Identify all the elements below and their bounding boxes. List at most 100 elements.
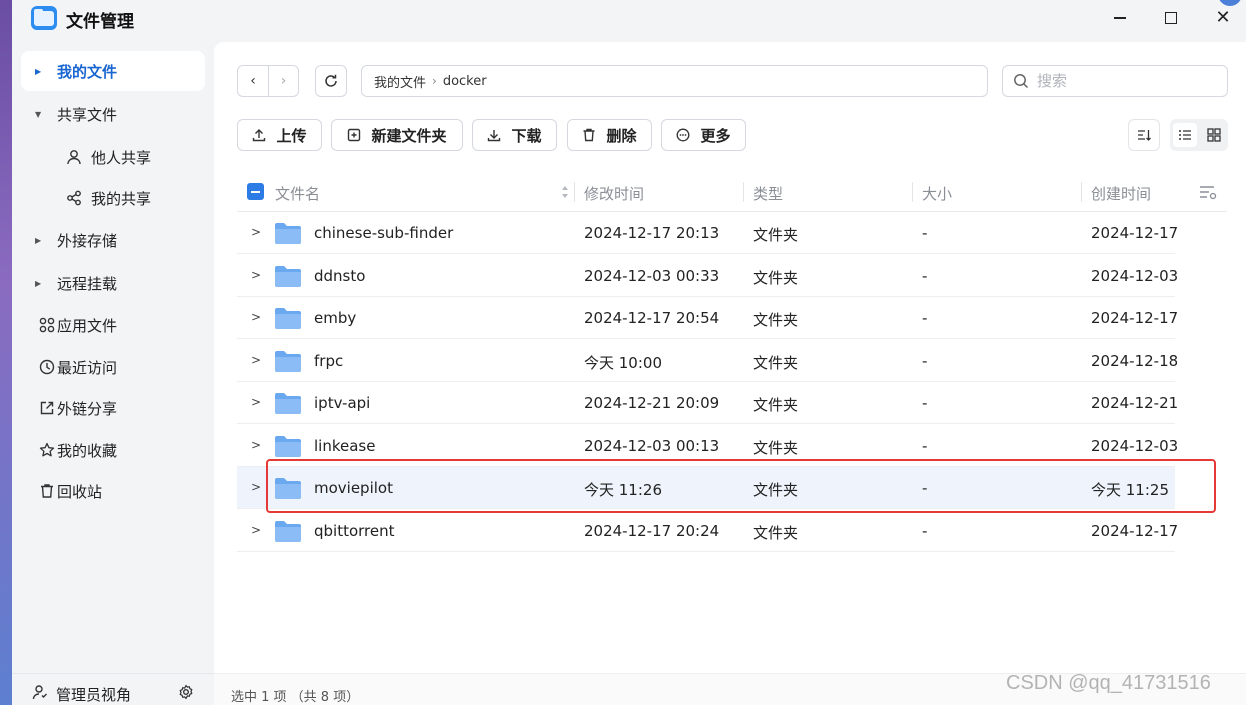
new-folder-button[interactable]: 新建文件夹 (331, 119, 463, 151)
breadcrumb[interactable]: 我的文件 › docker (361, 65, 988, 97)
modified-time: 2024-12-03 00:33 (584, 267, 720, 285)
sidebar-item-shared-files[interactable]: ▼ 共享文件 (21, 94, 205, 134)
sidebar-item-remote-mount[interactable]: ▶ 远程挂载 (21, 263, 205, 303)
folder-icon (275, 223, 301, 244)
selection-status: 选中 1 项 （共 8 项） (231, 690, 360, 705)
created-time: 2024-12-03 (1091, 267, 1179, 285)
sidebar-item-external-links[interactable]: 外链分享 (21, 388, 205, 428)
expand-chevron-icon[interactable]: > (251, 310, 261, 324)
expand-chevron-icon[interactable]: > (251, 438, 261, 452)
file-type: 文件夹 (753, 226, 799, 244)
modified-time: 2024-12-03 00:13 (584, 437, 720, 455)
table-row[interactable]: > qbittorrent 2024-12-17 20:24 文件夹 - 202… (237, 510, 1179, 552)
file-manager-window: 文件管理 ✕ ▶ 我的文件 ▼ 共享文件 他人共享 我的共享 ▶ 外接存储 ▶ … (12, 0, 1246, 705)
folder-icon (275, 521, 301, 542)
expand-chevron-icon[interactable]: > (251, 480, 261, 494)
column-divider (1081, 182, 1082, 202)
more-button[interactable]: 更多 (661, 119, 746, 151)
sidebar-item-recycle-bin[interactable]: 回收站 (21, 471, 205, 511)
download-icon (487, 128, 501, 142)
expand-chevron-icon[interactable]: > (251, 523, 261, 537)
column-header-size[interactable]: 大小 (922, 183, 952, 204)
delete-label: 删除 (606, 126, 637, 145)
file-type: 文件夹 (753, 396, 799, 414)
sidebar-item-label: 我的共享 (91, 189, 152, 208)
table-row[interactable]: > iptv-api 2024-12-21 20:09 文件夹 - 2024-1… (237, 382, 1178, 424)
sidebar-item-label: 我的文件 (57, 62, 118, 81)
sidebar-item-label: 应用文件 (57, 316, 118, 335)
folder-icon (275, 266, 301, 287)
breadcrumb-item[interactable]: docker (443, 74, 487, 89)
search-input[interactable] (1037, 72, 1207, 90)
file-type: 文件夹 (753, 354, 799, 372)
file-type: 文件夹 (753, 439, 799, 457)
column-divider (743, 182, 744, 202)
column-header-type[interactable]: 类型 (753, 183, 783, 204)
sidebar-item-favorites[interactable]: 我的收藏 (21, 430, 205, 470)
file-name: frpc (314, 352, 344, 370)
column-header-ctime[interactable]: 创建时间 (1091, 183, 1151, 204)
column-divider (912, 182, 913, 202)
sort-button[interactable] (1128, 119, 1160, 151)
forward-button[interactable]: › (267, 66, 298, 96)
sidebar-item-app-files[interactable]: 应用文件 (21, 305, 205, 345)
apps-grid-icon (38, 316, 56, 334)
sidebar-item-recent[interactable]: 最近访问 (21, 347, 205, 387)
sort-toggle-icon[interactable] (561, 184, 569, 200)
maximize-icon (1165, 12, 1177, 24)
sidebar-item-external-storage[interactable]: ▶ 外接存储 (21, 220, 205, 260)
select-all-checkbox[interactable] (247, 183, 264, 200)
table-row[interactable]: > emby 2024-12-17 20:54 文件夹 - 2024-12-17 (237, 297, 1178, 339)
table-row[interactable]: > linkease 2024-12-03 00:13 文件夹 - 2024-1… (237, 425, 1178, 467)
sidebar-item-my-files[interactable]: ▶ 我的文件 (21, 51, 205, 91)
more-label: 更多 (700, 126, 731, 145)
maximize-button[interactable] (1160, 8, 1182, 28)
sidebar-item-shared-by-others[interactable]: 他人共享 (21, 137, 205, 177)
created-time: 2024-12-17 (1091, 522, 1179, 540)
column-settings-icon[interactable] (1199, 184, 1217, 200)
new-folder-label: 新建文件夹 (371, 126, 447, 145)
close-button[interactable]: ✕ (1212, 8, 1234, 28)
file-name: ddnsto (314, 267, 366, 285)
watermark: CSDN @qq_41731516 (1006, 672, 1211, 694)
sidebar-item-my-shares[interactable]: 我的共享 (21, 178, 205, 218)
grid-view-button[interactable] (1202, 123, 1226, 147)
column-header-mtime[interactable]: 修改时间 (584, 183, 644, 204)
back-button[interactable]: ‹ (238, 66, 268, 96)
app-title: 文件管理 (66, 12, 134, 32)
table-row[interactable]: > ddnsto 2024-12-03 00:33 文件夹 - 2024-12-… (237, 255, 1179, 297)
table-row-selected[interactable]: > moviepilot 今天 11:26 文件夹 - 今天 11:25 (237, 467, 1175, 509)
minimize-button[interactable] (1109, 8, 1131, 28)
view-toggle (1170, 119, 1228, 151)
file-size: - (922, 267, 928, 285)
list-view-button[interactable] (1172, 123, 1197, 147)
delete-button[interactable]: 删除 (567, 119, 652, 151)
table-row[interactable]: > frpc 今天 10:00 文件夹 - 2024-12-18 (237, 340, 1178, 382)
download-button[interactable]: 下载 (472, 119, 557, 151)
breadcrumb-item[interactable]: 我的文件 (374, 72, 426, 91)
file-name: emby (314, 309, 357, 327)
table-row[interactable]: > chinese-sub-finder 2024-12-17 20:13 文件… (237, 212, 1178, 254)
expand-chevron-icon[interactable]: > (251, 268, 261, 282)
gear-icon[interactable] (178, 684, 194, 704)
expand-chevron-icon[interactable]: > (251, 395, 261, 409)
expand-chevron-icon[interactable]: > (251, 225, 261, 239)
expand-chevron-icon[interactable]: > (251, 353, 261, 367)
more-icon (676, 128, 690, 142)
upload-button[interactable]: 上传 (237, 119, 322, 151)
search-icon (1014, 74, 1029, 89)
trash-icon (582, 128, 596, 142)
desktop-background (0, 0, 12, 705)
file-manager-app-icon (31, 6, 57, 30)
sidebar-item-label: 回收站 (57, 482, 103, 501)
file-name: iptv-api (314, 394, 371, 412)
admin-view-label[interactable]: 管理员视角 (56, 684, 131, 705)
modified-time: 今天 11:26 (584, 481, 662, 499)
folder-icon (275, 393, 301, 414)
new-folder-icon (347, 128, 361, 142)
chevron-right-icon: › (280, 73, 287, 89)
download-label: 下载 (511, 126, 542, 145)
column-header-name[interactable]: 文件名 (275, 183, 320, 204)
refresh-button[interactable] (315, 65, 347, 97)
folder-icon (275, 308, 301, 329)
